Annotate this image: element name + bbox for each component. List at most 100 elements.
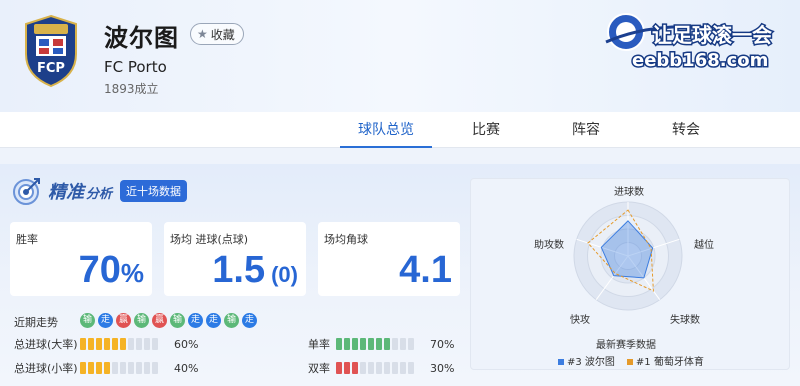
legend-swatch (626, 359, 633, 365)
meter-segment (376, 362, 382, 374)
target-icon (13, 178, 40, 205)
meter-segment (352, 338, 358, 350)
avg-corners-value: 4.1 (399, 249, 452, 291)
recent-matches-badge: 近十场数据 (120, 180, 188, 202)
meter-segment (360, 338, 366, 350)
team-name-en: FC Porto (104, 58, 167, 76)
meter-segment (112, 338, 118, 350)
meter-segment (336, 338, 342, 350)
meter-segment (408, 338, 414, 350)
meter-label: 总进球(大率) (14, 338, 78, 351)
tab-overview[interactable]: 球队总览 (336, 112, 436, 148)
meter-segment (384, 338, 390, 350)
brand-text: 让足球滚一会 (652, 23, 772, 47)
meter-segment (152, 338, 158, 350)
tab-transfers[interactable]: 转会 (636, 112, 736, 148)
win-rate-label: 胜率 (16, 233, 38, 246)
favorite-label: 收藏 (210, 27, 235, 42)
meter-segment (96, 362, 102, 374)
trend-label: 近期走势 (14, 316, 58, 329)
avg-goals-card: 场均 进球(点球) 1.5 (0) (164, 222, 306, 296)
radar-legend: #3 波尔图 #1 葡萄牙体育 (558, 353, 704, 368)
trend-result: 走 (188, 313, 203, 328)
meter-percent: 30% (430, 361, 455, 375)
tab-bar: 球队总览 比赛 阵容 转会 (0, 112, 800, 148)
meter-odd: 单率 70% (308, 336, 454, 352)
legend-item[interactable]: #3 波尔图 (558, 353, 615, 368)
tab-squad[interactable]: 阵容 (536, 112, 636, 148)
meter-segment (392, 362, 398, 374)
trend-result: 走 (242, 313, 257, 328)
meter-segment (336, 362, 342, 374)
meter-segment (344, 362, 350, 374)
meter-segment (408, 362, 414, 374)
meter-bar (80, 362, 158, 374)
win-rate-card: 胜率 70% (10, 222, 152, 296)
meter-bar (336, 338, 414, 350)
meter-under: 总进球(小率) 40% (14, 360, 198, 376)
trend-result: 输 (170, 313, 185, 328)
avg-goals-label: 场均 进球(点球) (170, 233, 249, 246)
meter-segment (80, 338, 86, 350)
meter-segment (96, 338, 102, 350)
favorite-button[interactable]: ★ 收藏 (190, 23, 244, 45)
brand-site: eebb168.com (632, 50, 768, 71)
meter-segment (104, 338, 110, 350)
trend-result: 走 (98, 313, 113, 328)
meter-segment (368, 362, 374, 374)
trend-result: 输 (80, 313, 95, 328)
meter-segment (112, 362, 118, 374)
meter-segment (88, 338, 94, 350)
meter-over: 总进球(大率) 60% (14, 336, 198, 352)
meter-segment (144, 362, 150, 374)
meter-percent: 60% (174, 337, 199, 351)
brand-logo[interactable]: 让足球滚一会 eebb168.com (592, 8, 792, 74)
radar-axis-label: 失球数 (670, 315, 700, 326)
analysis-title-text: 精准 分析 (48, 178, 112, 204)
meter-segment (400, 362, 406, 374)
meter-segment (384, 362, 390, 374)
meter-segment (360, 362, 366, 374)
meter-bar (336, 362, 414, 374)
meter-percent: 40% (174, 361, 199, 375)
analysis-title: 精准 分析 近十场数据 (10, 176, 188, 206)
meter-segment (104, 362, 110, 374)
meter-bar (80, 338, 158, 350)
team-name: 波尔图 (104, 24, 179, 52)
trend-result: 输 (224, 313, 239, 328)
meter-label: 总进球(小率) (14, 362, 78, 375)
meter-label: 单率 (308, 338, 330, 351)
meter-segment (152, 362, 158, 374)
legend-swatch (558, 359, 564, 365)
radar-axis-label: 助攻数 (534, 240, 564, 251)
meter-segment (120, 362, 126, 374)
crest-text: FCP (37, 61, 65, 76)
legend-label: #1 葡萄牙体育 (635, 357, 704, 368)
radar-axis-label: 越位 (694, 240, 714, 251)
meter-segment (136, 338, 142, 350)
analysis-title-main: 精准 (48, 182, 84, 203)
meter-segment (128, 338, 134, 350)
meter-even: 双率 30% (308, 360, 454, 376)
analysis-title-small: 分析 (86, 187, 113, 202)
meter-segment (80, 362, 86, 374)
trend-result: 赢 (116, 313, 131, 328)
meter-percent: 70% (430, 337, 455, 351)
radar-axis-label: 进球数 (614, 187, 644, 198)
meter-segment (376, 338, 382, 350)
trend-result: 输 (134, 313, 149, 328)
recent-trend: 输走赢输赢输走走输走 (80, 313, 257, 328)
legend-label: #3 波尔图 (567, 357, 615, 368)
meter-segment (144, 338, 150, 350)
meter-label: 双率 (308, 362, 330, 375)
avg-corners-label: 场均角球 (324, 233, 368, 246)
meter-segment (352, 362, 358, 374)
star-icon: ★ (197, 27, 208, 41)
trend-result: 赢 (152, 313, 167, 328)
trend-result: 走 (206, 313, 221, 328)
team-founded: 1893成立 (104, 82, 159, 96)
tab-matches[interactable]: 比赛 (436, 112, 536, 148)
legend-item[interactable]: #1 葡萄牙体育 (626, 353, 704, 368)
avg-goals-value: 1.5 (0) (212, 249, 298, 291)
meter-segment (392, 338, 398, 350)
